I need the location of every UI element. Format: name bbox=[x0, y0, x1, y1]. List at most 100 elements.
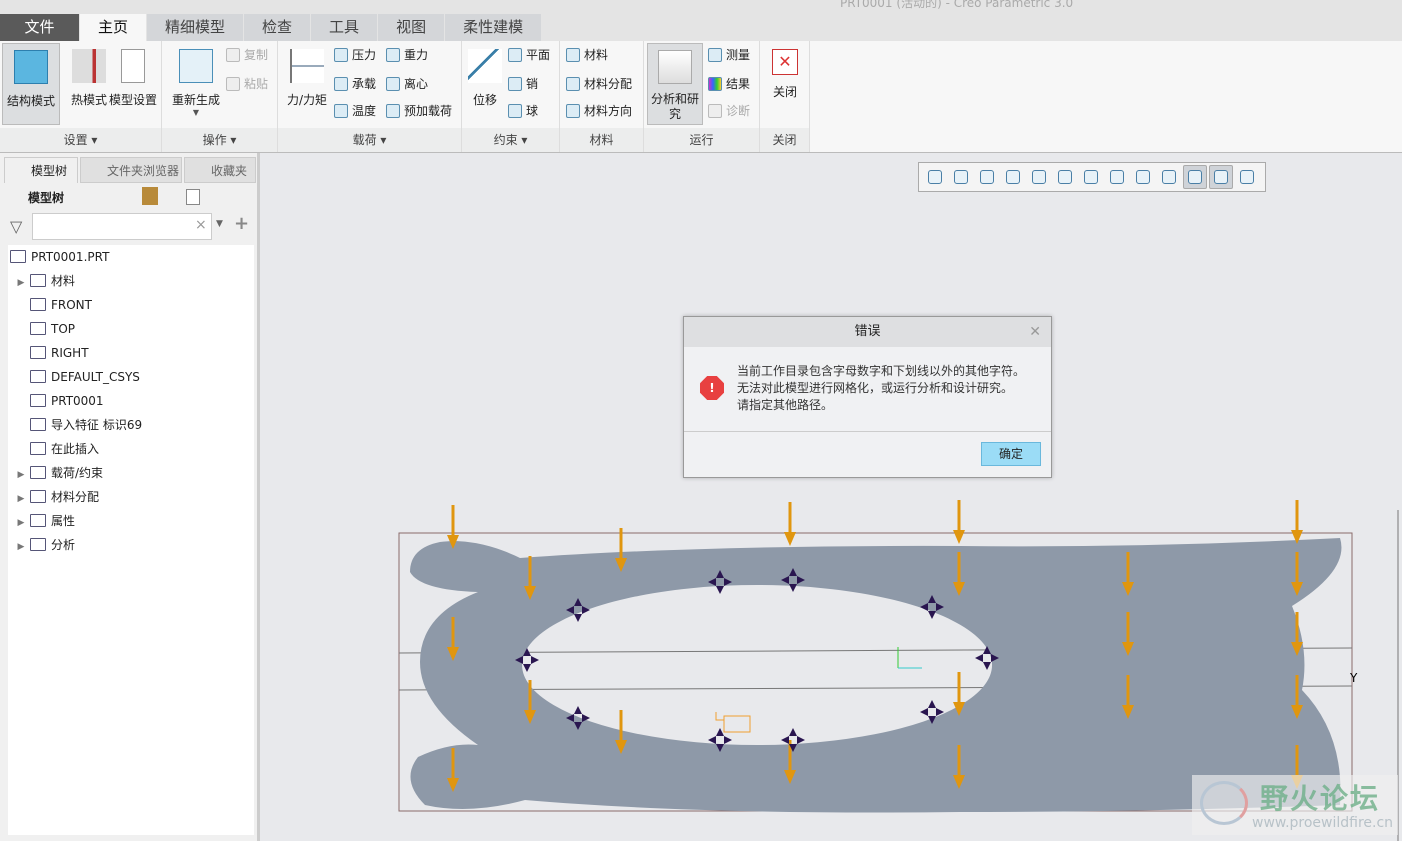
tab-favorites[interactable]: 收藏夹 bbox=[184, 157, 256, 183]
tab-home[interactable]: 主页 bbox=[80, 14, 148, 41]
temperature-button[interactable]: 温度 bbox=[334, 101, 376, 121]
expand-arrow-icon[interactable]: ▶ bbox=[12, 512, 30, 534]
force-icon bbox=[290, 49, 324, 83]
tree-display-icon[interactable] bbox=[186, 189, 200, 205]
document-icon bbox=[121, 49, 145, 83]
tree-node[interactable]: DEFAULT_CSYS bbox=[12, 366, 140, 388]
expand-arrow-icon[interactable]: ▶ bbox=[12, 464, 30, 486]
ball-icon bbox=[508, 104, 522, 118]
group-label-loads[interactable]: 载荷 ▾ bbox=[278, 128, 461, 152]
tab-model-tree[interactable]: 模型树 bbox=[4, 157, 78, 183]
tree-node[interactable]: ▶ 载荷/约束 bbox=[12, 462, 103, 484]
filter-icon[interactable]: ▽ bbox=[10, 217, 22, 236]
csys-icon bbox=[30, 370, 46, 383]
insert-here-icon bbox=[30, 442, 46, 455]
expand-arrow-icon[interactable]: ▶ bbox=[12, 488, 30, 510]
tab-folder-browser[interactable]: 文件夹浏览器 bbox=[80, 157, 182, 183]
settings-tools-icon[interactable] bbox=[142, 187, 158, 205]
displacement-icon bbox=[468, 49, 502, 83]
centrifugal-button[interactable]: 离心 bbox=[386, 74, 428, 94]
analysis-studies-button[interactable]: 分析和研究 bbox=[647, 43, 703, 125]
pressure-button[interactable]: 压力 bbox=[334, 45, 376, 65]
error-dialog: 错误 ✕ ! 当前工作目录包含字母数字和下划线以外的其他字符。 无法对此模型进行网… bbox=[683, 316, 1052, 478]
tab-inspect[interactable]: 检查 bbox=[244, 14, 312, 41]
paste-button[interactable]: 粘贴 bbox=[226, 74, 268, 94]
group-label-constraints[interactable]: 约束 ▾ bbox=[462, 128, 559, 152]
results-icon bbox=[708, 77, 722, 91]
bearing-button[interactable]: 承载 bbox=[334, 74, 376, 94]
tree-node[interactable]: ▶ 分析 bbox=[12, 534, 75, 556]
group-label-setup[interactable]: 设置 ▾ bbox=[0, 128, 161, 152]
group-loads: 力/力矩 压力 重力 承载 离心 温度 预加载荷 载荷 ▾ bbox=[278, 41, 462, 152]
close-button[interactable]: ✕ 关闭 bbox=[760, 43, 810, 125]
plane-constraint-icon bbox=[508, 48, 522, 62]
close-icon: ✕ bbox=[772, 49, 798, 75]
preload-button[interactable]: 预加载荷 bbox=[386, 101, 452, 121]
tree-node[interactable]: RIGHT bbox=[12, 342, 89, 364]
dialog-message: 当前工作目录包含字母数字和下划线以外的其他字符。 无法对此模型进行网格化，或运行分… bbox=[737, 364, 1026, 412]
graphics-viewport[interactable]: Y bbox=[263, 153, 1402, 841]
tree-node[interactable]: TOP bbox=[12, 318, 75, 340]
regenerate-icon bbox=[179, 49, 213, 83]
force-moment-button[interactable]: 力/力矩 bbox=[280, 43, 334, 125]
material-icon bbox=[30, 274, 46, 287]
tree-node[interactable]: ▶ 材料 bbox=[12, 270, 75, 292]
tab-flexible-modeling[interactable]: 柔性建模 bbox=[445, 14, 543, 41]
tree-node[interactable]: PRT0001.PRT bbox=[10, 246, 109, 268]
material-assign-icon bbox=[30, 490, 46, 503]
group-label-close: 关闭 bbox=[760, 128, 809, 152]
tree-node[interactable]: ▶ 材料分配 bbox=[12, 486, 99, 508]
tree-node[interactable]: FRONT bbox=[12, 294, 92, 316]
divider bbox=[684, 431, 1051, 432]
paste-icon bbox=[226, 77, 240, 91]
datum-plane-icon bbox=[30, 322, 46, 335]
material-orientation-button[interactable]: 材料方向 bbox=[566, 101, 632, 121]
expand-arrow-icon[interactable]: ▶ bbox=[12, 536, 30, 558]
tree-node[interactable]: 在此插入 bbox=[12, 438, 99, 460]
gravity-button[interactable]: 重力 bbox=[386, 45, 428, 65]
model-setup-button[interactable]: 模型设置 bbox=[104, 43, 162, 125]
results-button[interactable]: 结果 bbox=[708, 74, 750, 94]
clear-search-icon[interactable]: × bbox=[195, 217, 207, 233]
tree-search-input[interactable] bbox=[32, 213, 212, 240]
ribbon-tabs: 文件 主页 精细模型 检查 工具 视图 柔性建模 bbox=[0, 14, 1402, 41]
plane-button[interactable]: 平面 bbox=[508, 45, 550, 65]
tree-node[interactable]: 导入特征 标识69 bbox=[12, 414, 142, 436]
group-run: 分析和研究 测量 结果 诊断 运行 bbox=[644, 41, 760, 152]
datum-plane-icon bbox=[30, 346, 46, 359]
group-close: ✕ 关闭 关闭 bbox=[760, 41, 810, 152]
dialog-close-icon[interactable]: ✕ bbox=[1029, 317, 1041, 347]
tab-view[interactable]: 视图 bbox=[378, 14, 446, 41]
search-dropdown-icon[interactable]: ▼ bbox=[216, 219, 223, 229]
material-button[interactable]: 材料 bbox=[566, 45, 608, 65]
displacement-button[interactable]: 位移 bbox=[462, 43, 508, 125]
pressure-icon bbox=[334, 48, 348, 62]
expand-arrow-icon[interactable]: ▶ bbox=[12, 272, 30, 294]
group-setup: 结构模式 热模式 模型设置 设置 ▾ bbox=[0, 41, 162, 152]
add-filter-icon[interactable]: + bbox=[234, 213, 249, 234]
copy-button[interactable]: 复制 bbox=[226, 45, 268, 65]
measure-button[interactable]: 测量 bbox=[708, 45, 750, 65]
ball-button[interactable]: 球 bbox=[508, 101, 538, 121]
diagnose-button[interactable]: 诊断 bbox=[708, 101, 750, 121]
ruler-icon bbox=[708, 48, 722, 62]
tab-refine-model[interactable]: 精细模型 bbox=[147, 14, 245, 41]
group-label-operations[interactable]: 操作 ▾ bbox=[162, 128, 277, 152]
group-materials: 材料 材料分配 材料方向 材料 bbox=[560, 41, 644, 152]
material-assignment-button[interactable]: 材料分配 bbox=[566, 74, 632, 94]
analysis-icon bbox=[30, 538, 46, 551]
regenerate-button[interactable]: 重新生成 ▼ bbox=[166, 43, 226, 125]
ok-button[interactable]: 确定 bbox=[981, 442, 1041, 466]
pin-button[interactable]: 销 bbox=[508, 74, 538, 94]
tree-node[interactable]: PRT0001 bbox=[12, 390, 104, 412]
structure-mode-button[interactable]: 结构模式 bbox=[2, 43, 60, 125]
copy-icon bbox=[226, 48, 240, 62]
material-tag-icon bbox=[715, 712, 751, 733]
group-constraints: 位移 平面 销 球 约束 ▾ bbox=[462, 41, 560, 152]
tab-tools[interactable]: 工具 bbox=[311, 14, 379, 41]
tree-node[interactable]: ▶ 属性 bbox=[12, 510, 75, 532]
panel-header: 模型树 bbox=[28, 191, 65, 205]
tab-file[interactable]: 文件 bbox=[0, 14, 80, 41]
thermometer-icon bbox=[72, 49, 106, 83]
part-icon bbox=[10, 250, 26, 263]
